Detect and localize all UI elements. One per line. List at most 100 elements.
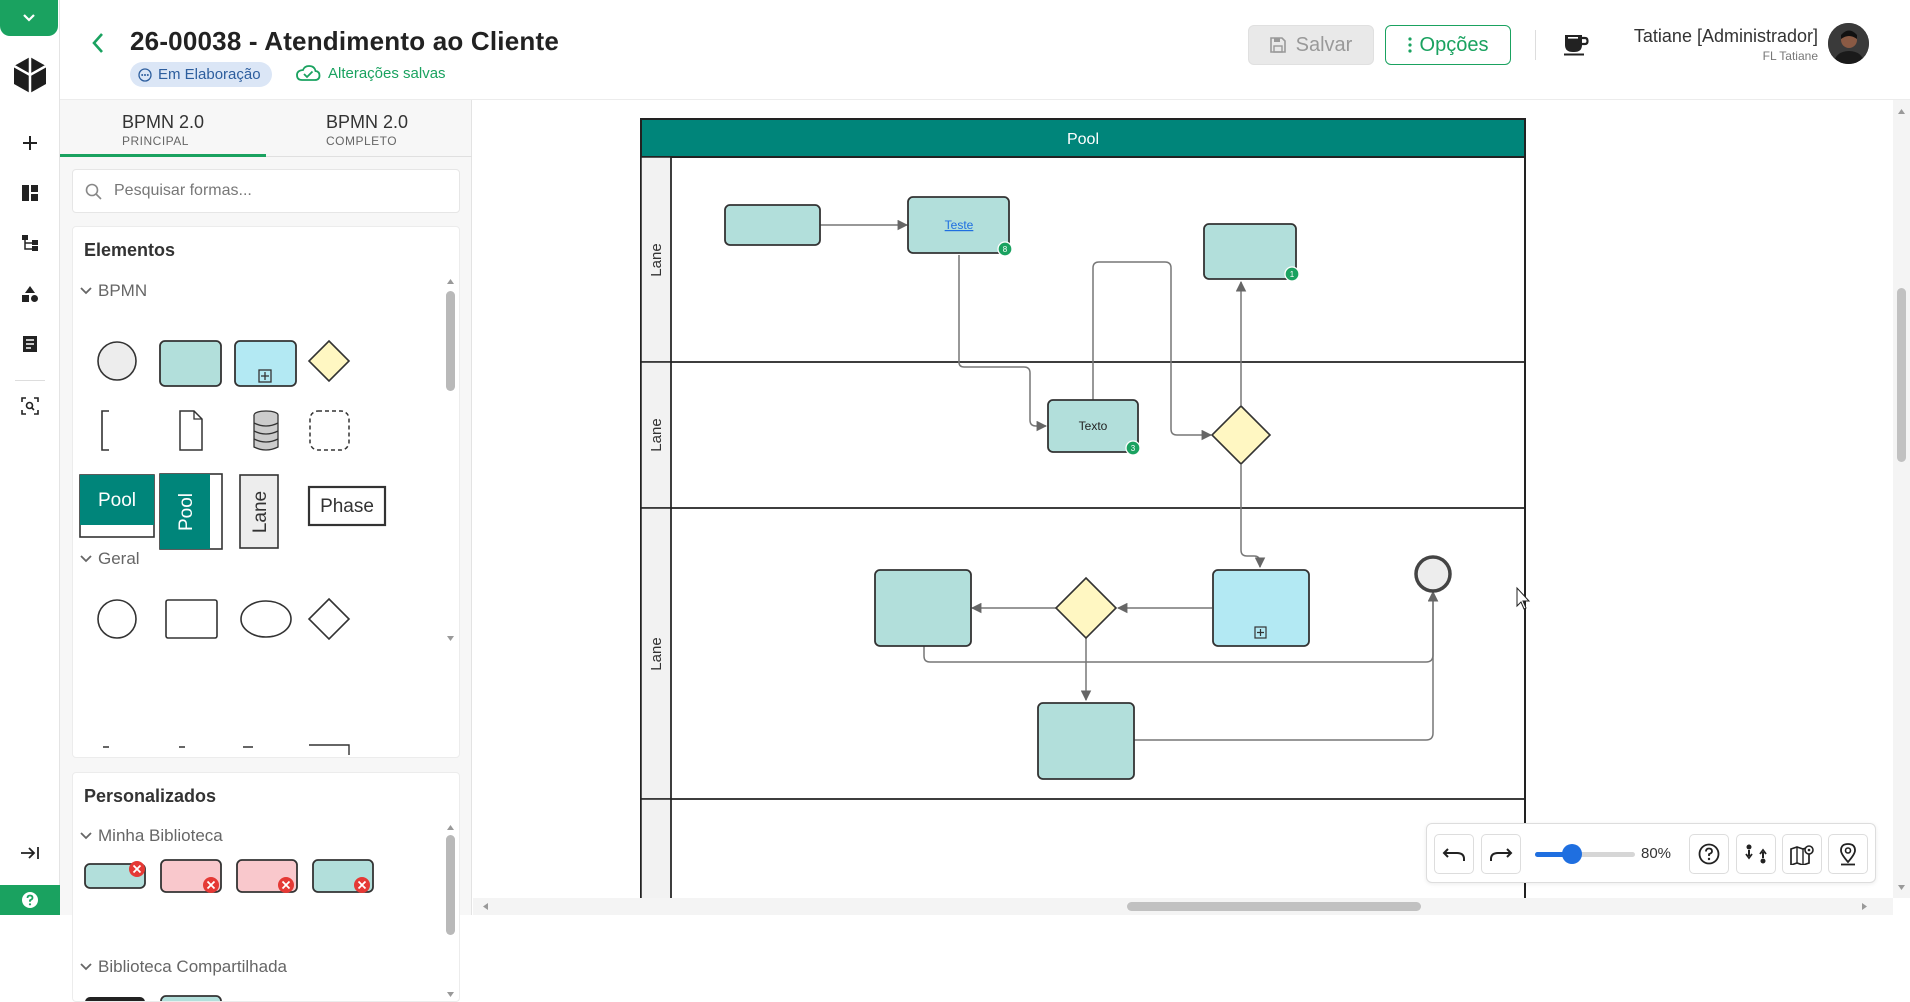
section-geral[interactable]: Geral: [80, 549, 140, 569]
back-button[interactable]: [85, 28, 111, 58]
app-logo[interactable]: [10, 55, 50, 95]
page-title: 26-00038 - Atendimento ao Cliente: [130, 26, 559, 56]
zoom-slider-track[interactable]: [1535, 852, 1635, 857]
tab-bpmn-principal[interactable]: BPMN 2.0 PRINCIPAL: [60, 100, 266, 157]
arrow-to-right-icon: [21, 847, 39, 859]
lane-1-label: Lane: [648, 243, 665, 276]
search-input[interactable]: [114, 182, 434, 200]
task-bottom-lane-3[interactable]: [1037, 702, 1135, 780]
header: 26-00038 - Atendimento ao Cliente Em Ela…: [60, 0, 1910, 100]
canvas-vertical-scrollbar[interactable]: [1893, 100, 1910, 898]
coffee-button[interactable]: [1560, 28, 1592, 60]
dashboard-button[interactable]: [15, 178, 45, 208]
custom-scroll-thumb[interactable]: [446, 835, 455, 935]
task-texto[interactable]: Texto 3: [1047, 399, 1141, 456]
undo-icon: [1442, 848, 1465, 861]
plus-icon: [23, 136, 37, 150]
annotation-shape[interactable]: [101, 410, 109, 451]
group-shape[interactable]: [309, 410, 350, 451]
hierarchy-icon: [22, 235, 38, 251]
add-button[interactable]: [15, 128, 45, 158]
connector-style-button[interactable]: [1736, 834, 1776, 874]
shapes-panel: BPMN 2.0 PRINCIPAL BPMN 2.0 COMPLETO Ele…: [60, 100, 472, 1002]
gateway-shape[interactable]: [307, 339, 351, 383]
scroll-left-arrow-icon: [483, 903, 488, 910]
task-left-lane-3[interactable]: [874, 569, 972, 647]
user-name: Tatiane [Administrador]: [1633, 26, 1818, 46]
rectangle-shape[interactable]: [165, 599, 218, 639]
search-icon: [85, 183, 102, 200]
help-button[interactable]: [0, 885, 60, 915]
section-label: Minha Biblioteca: [98, 826, 223, 845]
custom-shape-4[interactable]: [312, 859, 374, 893]
diamond-shape[interactable]: [307, 597, 351, 641]
subprocess-shape[interactable]: [234, 340, 297, 387]
tab-label: BPMN 2.0: [122, 112, 205, 132]
phase-shape[interactable]: Phase: [307, 485, 387, 527]
scan-search-icon: [21, 397, 39, 415]
custom-shape-2[interactable]: [160, 859, 222, 893]
custom-scrollbar[interactable]: [446, 823, 455, 1001]
canvas-horizontal-scrollbar[interactable]: [473, 898, 1893, 915]
data-store-shape[interactable]: [253, 410, 279, 451]
subprocess-lane-3[interactable]: [1212, 569, 1310, 647]
scroll-up-arrow-icon: [447, 825, 454, 830]
location-pin-icon: [1840, 843, 1856, 866]
save-label: Salvar: [1295, 33, 1353, 56]
custom-shape-3[interactable]: [236, 859, 298, 893]
elements-card: Elementos BPMN Pool Pool Lane Phase Gera…: [72, 226, 460, 758]
shapes-button[interactable]: [15, 279, 45, 309]
tab-bpmn-completo[interactable]: BPMN 2.0 COMPLETO: [266, 100, 472, 157]
pool-horizontal-shape[interactable]: Pool: [79, 474, 155, 538]
user-avatar-icon: [1828, 23, 1869, 64]
elements-scroll-thumb[interactable]: [446, 291, 455, 391]
expand-rail-button[interactable]: [15, 838, 45, 868]
scroll-right-arrow-icon: [1862, 903, 1867, 910]
chevron-down-icon: [80, 555, 92, 563]
start-event-shape[interactable]: [97, 341, 137, 381]
zoom-level: 80%: [1641, 845, 1672, 862]
question-circle-icon: [22, 892, 38, 908]
diagram-canvas[interactable]: Pool Lane Lane Lane Teste 8 1 Texto 3: [473, 100, 1893, 898]
vertical-scroll-thumb[interactable]: [1897, 288, 1906, 462]
badge-count: 1: [1290, 270, 1295, 279]
process-tree-button[interactable]: [15, 228, 45, 258]
documents-button[interactable]: [15, 329, 45, 359]
undo-button[interactable]: [1434, 834, 1474, 874]
custom-shape-1[interactable]: [84, 861, 146, 889]
scroll-down-arrow-icon: [447, 636, 454, 641]
pool-vertical-shape[interactable]: Pool: [159, 473, 223, 550]
ellipse-shape[interactable]: [240, 600, 292, 638]
elements-scrollbar[interactable]: [446, 277, 455, 747]
section-minha-biblioteca[interactable]: Minha Biblioteca: [80, 826, 223, 846]
task-shape[interactable]: [159, 340, 222, 387]
document-icon: [23, 336, 37, 352]
redo-button[interactable]: [1481, 834, 1521, 874]
minimap-button[interactable]: [1782, 834, 1822, 874]
pool-vertical-label: Pool: [176, 493, 197, 531]
tab-sublabel: PRINCIPAL: [122, 134, 189, 148]
coffee-cup-icon: [1564, 35, 1589, 56]
end-event[interactable]: [1414, 555, 1452, 593]
section-biblioteca-compartilhada[interactable]: Biblioteca Compartilhada: [80, 957, 287, 977]
circle-shape[interactable]: [97, 599, 137, 639]
section-bpmn[interactable]: BPMN: [80, 281, 147, 301]
save-button[interactable]: Salvar: [1248, 25, 1374, 65]
locate-button[interactable]: [1828, 834, 1868, 874]
task-teste[interactable]: Teste 8: [907, 196, 1013, 257]
scan-button[interactable]: [15, 391, 45, 421]
help-shortcuts-button[interactable]: [1689, 834, 1729, 874]
lane-shape[interactable]: Lane: [239, 474, 279, 549]
options-button[interactable]: Opções: [1385, 25, 1511, 65]
avatar[interactable]: [1828, 23, 1869, 64]
rail-collapse-toggle[interactable]: [0, 0, 58, 36]
zoom-slider-knob[interactable]: [1561, 844, 1582, 864]
data-object-shape[interactable]: [179, 410, 203, 451]
section-label: Biblioteca Compartilhada: [98, 957, 287, 976]
lane-label: Lane: [250, 491, 271, 533]
bpmn-diagram: Pool Lane Lane Lane Teste 8 1 Texto 3: [640, 118, 1531, 898]
kebab-menu-icon: [1407, 37, 1412, 53]
horizontal-scroll-thumb[interactable]: [1127, 902, 1421, 911]
task-top-right[interactable]: 1: [1203, 223, 1300, 282]
task-start[interactable]: [724, 204, 821, 246]
